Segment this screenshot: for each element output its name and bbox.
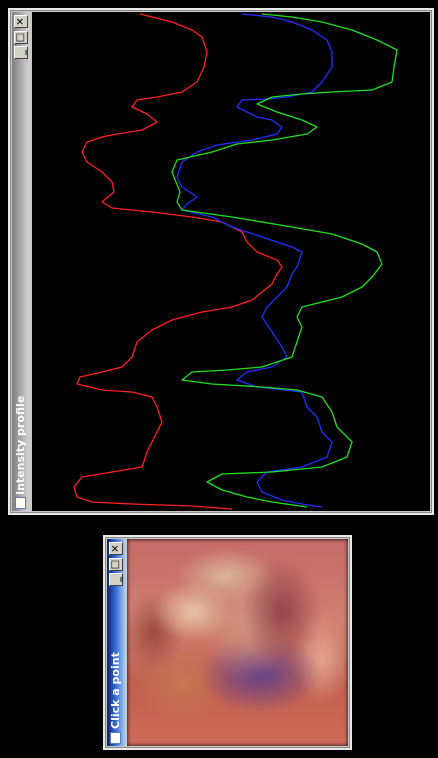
minimize-button[interactable]: _ [109,573,123,586]
close-button[interactable]: ✕ [14,15,28,28]
intensity-profile-window[interactable]: ✕ □ _ Intensity profile [8,8,434,515]
profile-line-1 [73,13,283,510]
intensity-profile-canvas[interactable] [32,12,430,511]
maximize-button[interactable]: □ [109,558,123,571]
window-icon [110,732,121,744]
close-button[interactable]: ✕ [109,542,123,555]
image-canvas[interactable] [127,539,348,746]
window-title: Click a point [109,652,122,729]
intensity-profile-chart [73,13,398,510]
portrait-image[interactable] [127,539,348,746]
window-icon [15,497,26,509]
profile-line-3 [171,13,398,508]
click-a-point-window[interactable]: ✕ □ _ Click a point [103,535,352,750]
profile-line-2 [176,13,333,508]
maximize-button[interactable]: □ [14,31,28,44]
click-a-point-titlebar[interactable]: ✕ □ _ Click a point [107,539,125,746]
minimize-button[interactable]: _ [14,46,28,59]
window-title: Intensity profile [14,395,27,495]
intensity-profile-titlebar[interactable]: ✕ □ _ Intensity profile [12,12,30,511]
